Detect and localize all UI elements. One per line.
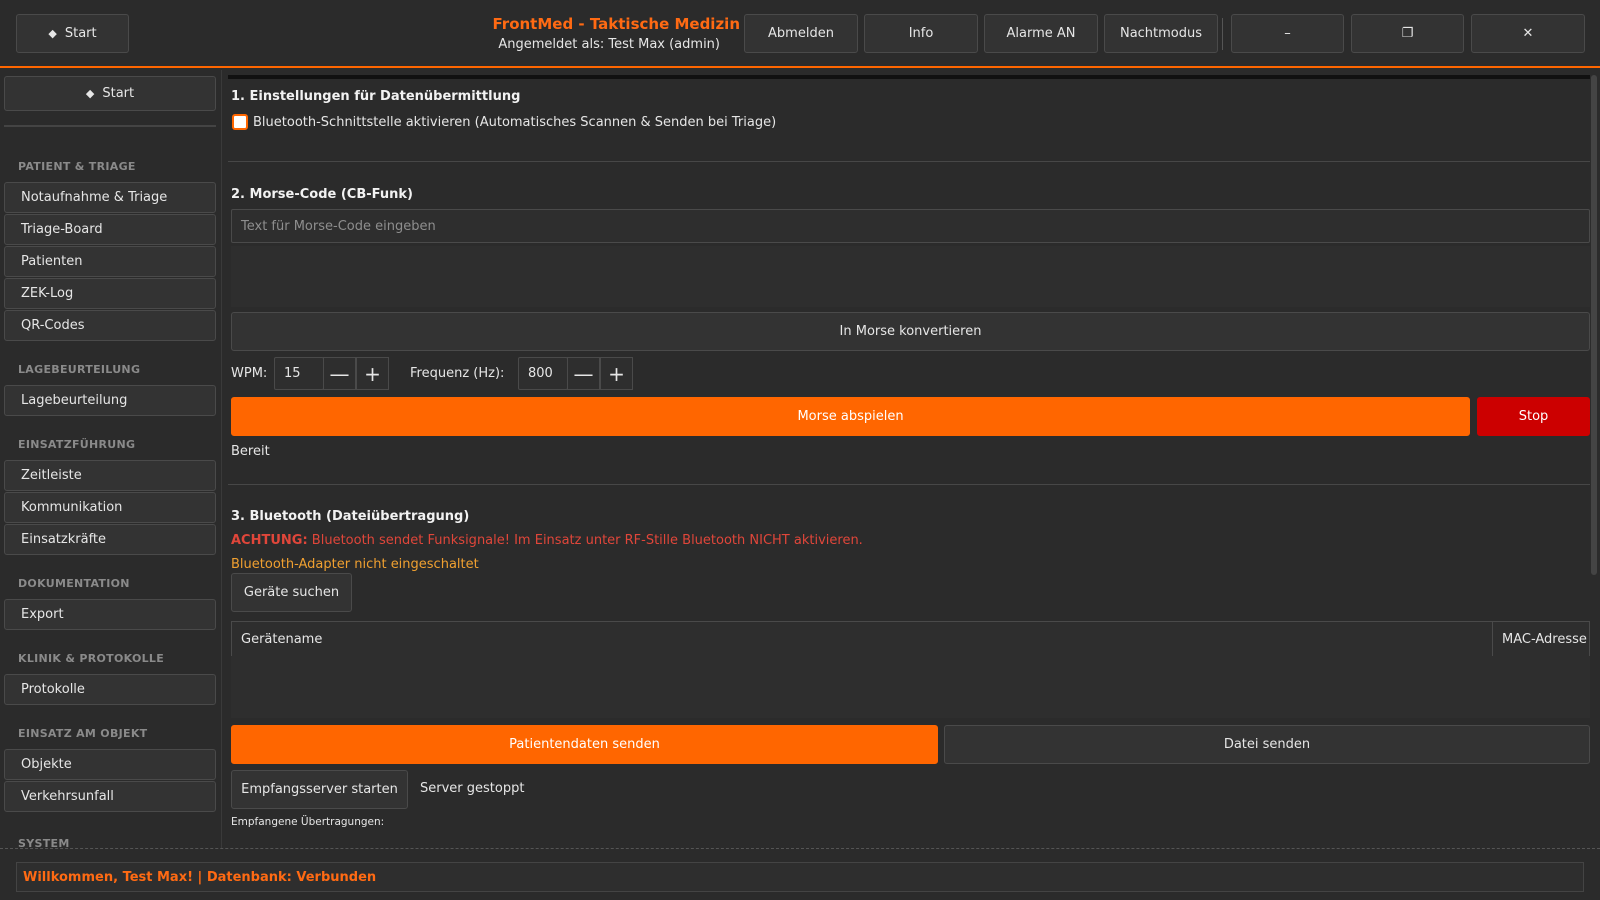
sidebar-section-lagebeurteilung: LAGEBEURTEILUNG — [18, 363, 141, 376]
stop-morse-button[interactable]: Stop — [1477, 397, 1590, 436]
minus-icon: — — [573, 361, 594, 386]
content-scrollbar-thumb[interactable] — [1591, 75, 1597, 575]
frequency-value-input[interactable]: 800 — [518, 357, 568, 390]
info-button[interactable]: Info — [864, 14, 978, 53]
close-button[interactable]: ✕ — [1471, 14, 1585, 53]
app-header: ◆ Start FrontMed - Taktische Medizin Ang… — [0, 0, 1600, 68]
sidebar-section-system: SYSTEM — [18, 837, 70, 848]
sidebar-item-lagebeurteilung[interactable]: Lagebeurteilung — [4, 385, 216, 416]
send-file-button[interactable]: Datei senden — [944, 725, 1590, 764]
morse-output-area — [231, 246, 1590, 307]
sidebar-section-patient-triage: PATIENT & TRIAGE — [18, 160, 136, 173]
bluetooth-section-title: 3. Bluetooth (Dateiübertragung) — [231, 509, 470, 524]
plus-icon: + — [364, 361, 381, 386]
sidebar-item-qr-codes[interactable]: QR-Codes — [4, 310, 216, 341]
maximize-button[interactable]: ❐ — [1351, 14, 1464, 53]
bluetooth-warning: ACHTUNG: Bluetooth sendet Funksignale! I… — [231, 533, 863, 548]
sidebar-section-dokumentation: DOKUMENTATION — [18, 577, 130, 590]
sidebar-item-kommunikation[interactable]: Kommunikation — [4, 492, 216, 523]
close-icon: ✕ — [1522, 26, 1534, 41]
device-table-body — [231, 656, 1590, 718]
section-divider — [228, 484, 1590, 485]
sidebar-item-patienten[interactable]: Patienten — [4, 246, 216, 277]
morse-text-input[interactable]: Text für Morse-Code eingeben — [231, 209, 1590, 243]
bluetooth-enable-label: Bluetooth-Schnittstelle aktivieren (Auto… — [253, 115, 777, 130]
wpm-plus-button[interactable]: + — [356, 357, 389, 390]
logout-button[interactable]: Abmelden — [744, 14, 858, 53]
alarms-toggle-button[interactable]: Alarme AN — [984, 14, 1098, 53]
morse-status-text: Bereit — [231, 444, 270, 459]
status-message: Willkommen, Test Max! | Datenbank: Verbu… — [16, 862, 1584, 892]
settings-section-title: 1. Einstellungen für Datenübermittlung — [231, 89, 521, 104]
sidebar-item-einsatzkraefte[interactable]: Einsatzkräfte — [4, 524, 216, 555]
sidebar-item-protokolle[interactable]: Protokolle — [4, 674, 216, 705]
status-bar: Willkommen, Test Max! | Datenbank: Verbu… — [0, 848, 1600, 900]
send-patient-data-button[interactable]: Patientendaten senden — [231, 725, 938, 764]
sidebar-divider — [4, 125, 216, 127]
wpm-label: WPM: — [231, 366, 268, 381]
adapter-status-text: Bluetooth-Adapter nicht eingeschaltet — [231, 557, 479, 572]
play-morse-button[interactable]: Morse abspielen — [231, 397, 1470, 436]
wpm-minus-button[interactable]: — — [323, 357, 356, 390]
bluetooth-enable-checkbox[interactable] — [232, 114, 248, 130]
sidebar-section-einsatzfuehrung: EINSATZFÜHRUNG — [18, 438, 136, 451]
device-table-header-mac[interactable]: MAC-Adresse — [1492, 621, 1590, 657]
warning-prefix: ACHTUNG: — [231, 533, 308, 548]
minimize-icon: – — [1284, 26, 1291, 41]
diamond-icon: ◆ — [48, 27, 57, 40]
sidebar-item-notaufnahme[interactable]: Notaufnahme & Triage — [4, 182, 216, 213]
main-content: 1. Einstellungen für Datenübermittlung B… — [228, 75, 1590, 845]
frequency-plus-button[interactable]: + — [600, 357, 633, 390]
device-table-header-name[interactable]: Gerätename — [231, 621, 1493, 657]
sidebar-item-export[interactable]: Export — [4, 599, 216, 630]
sidebar-item-zek-log[interactable]: ZEK-Log — [4, 278, 216, 309]
header-start-label: Start — [64, 26, 97, 41]
header-separator — [1222, 18, 1223, 50]
sidebar-section-klinik-protokolle: KLINIK & PROTOKOLLE — [18, 652, 165, 665]
sidebar: ◆ Start PATIENT & TRIAGE Notaufnahme & T… — [0, 70, 222, 848]
wpm-value-input[interactable]: 15 — [274, 357, 324, 390]
diamond-icon: ◆ — [85, 87, 95, 100]
sidebar-item-objekte[interactable]: Objekte — [4, 749, 216, 780]
search-devices-button[interactable]: Geräte suchen — [231, 573, 352, 612]
maximize-icon: ❐ — [1401, 26, 1414, 41]
server-status-text: Server gestoppt — [420, 781, 525, 796]
night-mode-button[interactable]: Nachtmodus — [1104, 14, 1218, 53]
sidebar-item-triage-board[interactable]: Triage-Board — [4, 214, 216, 245]
sidebar-item-zeitleiste[interactable]: Zeitleiste — [4, 460, 216, 491]
frequency-minus-button[interactable]: — — [567, 357, 600, 390]
sidebar-start-label: Start — [102, 86, 135, 101]
frequency-label: Frequenz (Hz): — [410, 366, 505, 381]
start-receive-server-button[interactable]: Empfangsserver starten — [231, 770, 408, 809]
header-start-button[interactable]: ◆ Start — [16, 14, 129, 53]
app-title: FrontMed - Taktische Medizin — [492, 15, 740, 33]
sidebar-start-button[interactable]: ◆ Start — [4, 76, 216, 111]
plus-icon: + — [608, 361, 625, 386]
sidebar-item-verkehrsunfall[interactable]: Verkehrsunfall — [4, 781, 216, 812]
warning-text: Bluetooth sendet Funksignale! Im Einsatz… — [311, 533, 863, 548]
sidebar-section-einsatz-am-objekt: EINSATZ AM OBJEKT — [18, 727, 148, 740]
morse-input-placeholder: Text für Morse-Code eingeben — [241, 218, 436, 234]
section-divider — [228, 161, 1590, 162]
logged-in-user: Angemeldet als: Test Max (admin) — [498, 37, 720, 52]
convert-morse-button[interactable]: In Morse konvertieren — [231, 312, 1590, 351]
minimize-button[interactable]: – — [1231, 14, 1344, 53]
received-transfers-label: Empfangene Übertragungen: — [231, 816, 385, 828]
minus-icon: — — [329, 361, 350, 386]
morse-section-title: 2. Morse-Code (CB-Funk) — [231, 187, 413, 202]
